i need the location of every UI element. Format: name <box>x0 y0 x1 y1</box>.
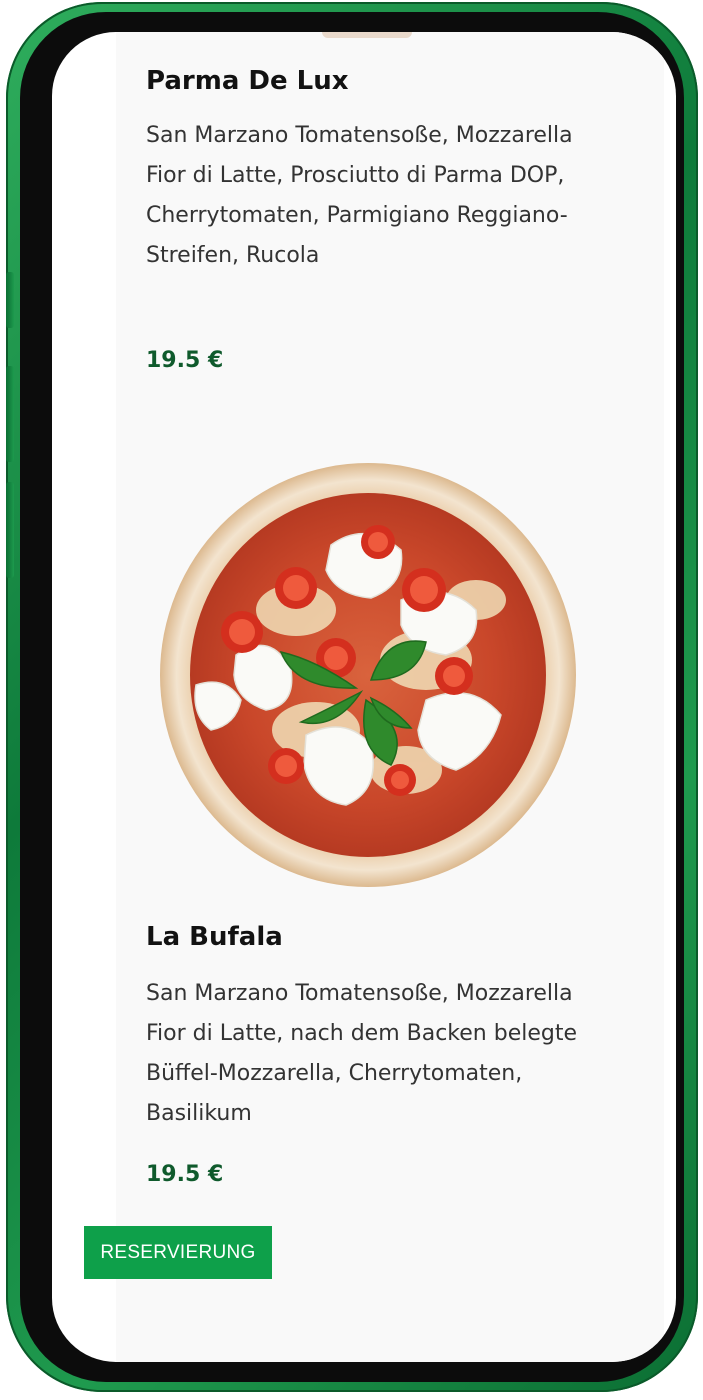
phone-volume-up-button <box>6 366 14 462</box>
menu-item-description: San Marzano Tomatensoße, Mozzarella Fior… <box>146 123 573 268</box>
menu-item-price: 19.5 € <box>146 1162 224 1187</box>
previous-item-image-edge <box>322 32 412 38</box>
menu-item-title: Parma De Lux <box>146 66 349 96</box>
reservation-button[interactable]: RESERVIERUNG <box>84 1226 272 1279</box>
menu-item-description: San Marzano Tomatensoße, Mozzarella Fior… <box>146 981 577 1126</box>
menu-item-price: 19.5 € <box>146 348 224 373</box>
phone-screen: Parma De Lux San Marzano Tomatensoße, Mo… <box>52 32 676 1362</box>
menu-item-title: La Bufala <box>146 922 283 952</box>
phone-volume-down-button <box>6 482 14 578</box>
pizza-image <box>156 460 576 890</box>
phone-side-button <box>6 272 14 328</box>
pizza-illustration <box>160 463 576 887</box>
